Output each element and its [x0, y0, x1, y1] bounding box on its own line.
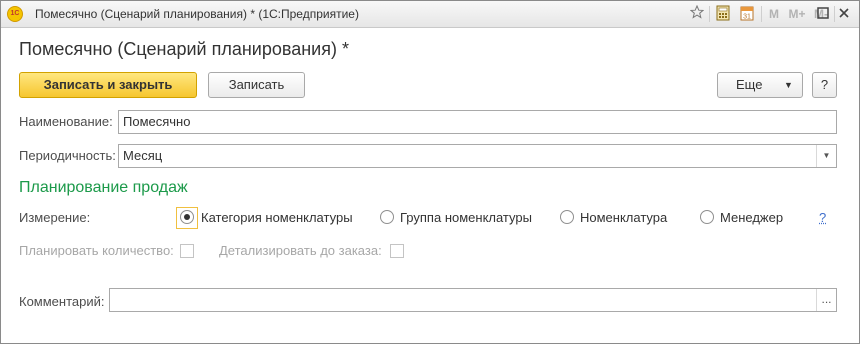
radio-group[interactable]: Группа номенклатуры [380, 208, 540, 228]
radio-category[interactable]: Категория номенклатуры [180, 208, 360, 228]
app-logo-icon: 1С [7, 6, 23, 22]
toolbar-separator [834, 6, 835, 22]
page-title: Помесячно (Сценарий планирования) * [19, 39, 349, 59]
save-and-close-button[interactable]: Записать и закрыть [19, 72, 197, 98]
dimension-label: Измерение: [19, 210, 91, 225]
toolbar-separator [761, 6, 762, 22]
calculator-icon[interactable] [715, 5, 731, 23]
comment-label: Комментарий: [19, 294, 105, 309]
name-label: Наименование: [19, 114, 113, 129]
close-icon[interactable] [837, 6, 851, 24]
section-title-sales-planning: Планирование продаж [19, 179, 188, 196]
title-bar: 1С Помесячно (Сценарий планирования) * (… [1, 1, 859, 28]
dropdown-arrow-icon[interactable]: ▼ [816, 145, 836, 167]
radio-manager-label: Менеджер [720, 210, 784, 225]
radio-nomenclature[interactable]: Номенклатура [560, 208, 680, 228]
detail-order-label: Детализировать до заказа: [219, 243, 382, 258]
periodicity-value: Месяц [123, 148, 163, 163]
calendar-icon[interactable]: 31 [739, 5, 755, 23]
svg-text:31: 31 [743, 14, 751, 21]
periodicity-label: Периодичность: [19, 148, 116, 163]
radio-unselected-icon[interactable] [380, 210, 394, 224]
toolbar-separator [709, 6, 710, 22]
memory-plus-button[interactable]: M+ [786, 5, 808, 23]
dimension-help-link[interactable]: ? [819, 210, 826, 225]
periodicity-select[interactable]: Месяц ▼ [118, 144, 837, 168]
radio-unselected-icon[interactable] [700, 210, 714, 224]
favorite-star-icon[interactable] [689, 4, 705, 23]
radio-nomenclature-label: Номенклатура [580, 210, 668, 225]
plan-quantity-checkbox[interactable] [180, 244, 194, 258]
form-window: 1С Помесячно (Сценарий планирования) * (… [0, 0, 860, 344]
memory-m-button[interactable]: M [766, 5, 782, 23]
more-button-label: Еще [736, 77, 763, 92]
radio-group-label: Группа номенклатуры [400, 210, 532, 225]
save-button[interactable]: Записать [208, 72, 305, 98]
more-button[interactable]: Еще ▼ [717, 72, 803, 98]
dropdown-arrow-icon: ▼ [784, 80, 793, 90]
window-title: Помесячно (Сценарий планирования) * (1С:… [35, 7, 359, 21]
comment-input[interactable]: ... [109, 288, 837, 312]
radio-category-label: Категория номенклатуры [201, 210, 353, 225]
radio-selected-icon[interactable] [180, 210, 194, 224]
comment-open-button[interactable]: ... [816, 289, 836, 311]
plan-quantity-label: Планировать количество: [19, 243, 174, 258]
name-input[interactable]: Помесячно [118, 110, 837, 134]
maximize-icon[interactable] [816, 6, 830, 24]
radio-unselected-icon[interactable] [560, 210, 574, 224]
detail-order-checkbox[interactable] [390, 244, 404, 258]
help-button[interactable]: ? [812, 72, 837, 98]
radio-manager[interactable]: Менеджер [700, 208, 800, 228]
